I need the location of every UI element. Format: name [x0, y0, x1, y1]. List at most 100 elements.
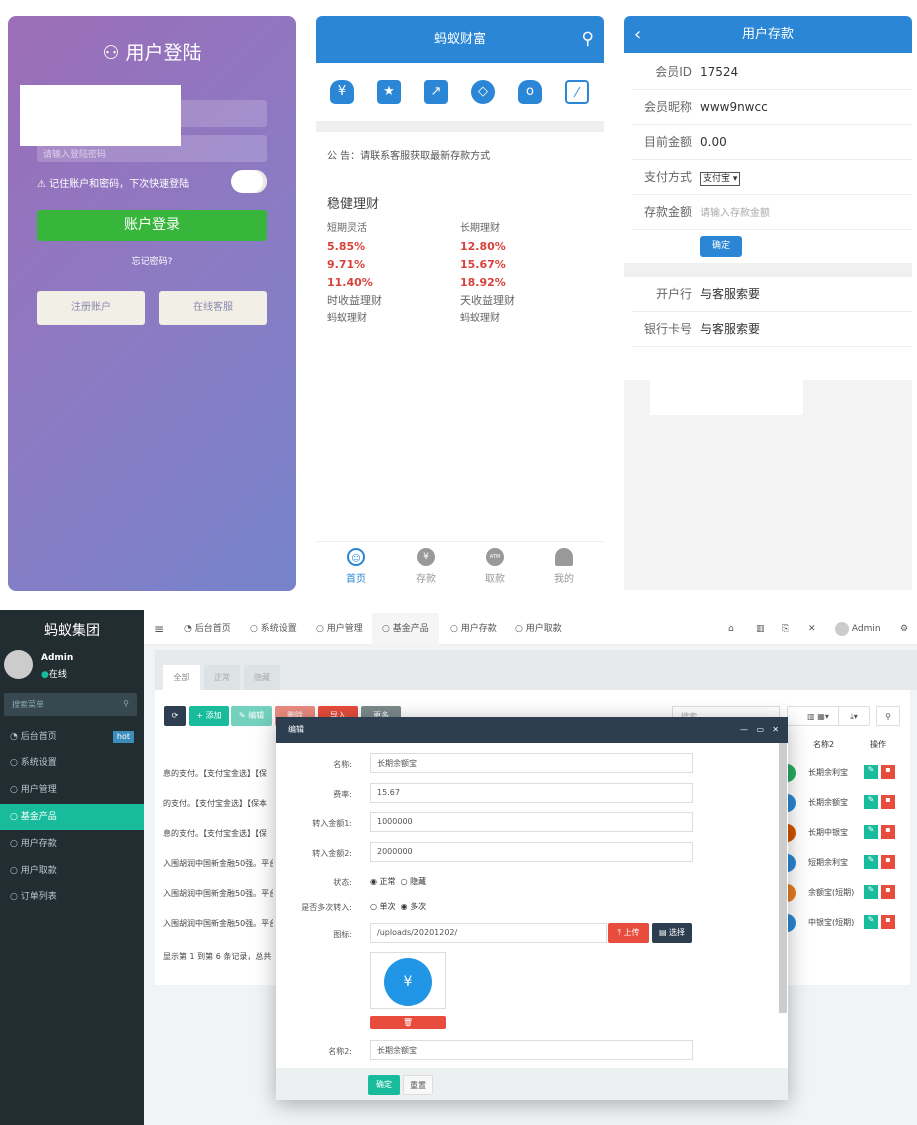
hot-badge: hot [112, 731, 134, 743]
row-edit-button[interactable]: ✎ [864, 765, 878, 779]
close-icon[interactable]: ✕ [772, 717, 779, 743]
fullscreen-icon[interactable]: ✕ [808, 613, 816, 645]
card-row: 银行卡号 与客服索要 [632, 312, 912, 347]
reset-button[interactable]: 重置 [403, 1075, 433, 1095]
nav-mine[interactable]: 我的 [539, 548, 589, 585]
nav-home[interactable]: ☺ 首页 [331, 548, 381, 585]
add-button[interactable]: + 添加 [189, 706, 229, 726]
name2-cell: 长期余额宝 [808, 798, 848, 807]
edit-button[interactable]: ✎ 编辑 [231, 706, 272, 726]
row-edit-button[interactable]: ✎ [864, 885, 878, 899]
name2-input[interactable]: 长期余额宝 [370, 1040, 693, 1060]
minimize-icon[interactable]: — [740, 717, 748, 743]
pay-method-select[interactable]: 支付宝 ▾ [700, 172, 741, 186]
row-edit-button[interactable]: ✎ [864, 915, 878, 929]
amount1-input[interactable]: 1000000 [370, 812, 693, 832]
submit-button[interactable]: 确定 [368, 1075, 400, 1095]
modal-scrollbar[interactable] [779, 743, 787, 1013]
tab-normal[interactable]: 正常 [204, 665, 240, 690]
status-radio-group[interactable]: ◉ 正常 ○ 隐藏 [370, 876, 426, 887]
field-label: 名称: [333, 760, 352, 769]
row-delete-button[interactable]: ▪ [881, 855, 895, 869]
row-delete-button[interactable]: ▪ [881, 885, 895, 899]
tab-withdrawals[interactable]: ○ 用户取款 [515, 613, 562, 645]
icon-path-input[interactable]: /uploads/20201202/ [370, 923, 607, 943]
field-label: 图标: [333, 930, 352, 939]
confirm-button[interactable]: 确定 [700, 236, 742, 257]
trend-icon[interactable]: ↗ [424, 80, 448, 104]
tab-funds[interactable]: ○ 基金产品 [372, 613, 439, 645]
search-icon[interactable]: ⚲ [876, 706, 900, 726]
back-icon[interactable]: ‹ [634, 16, 641, 53]
menu-search-input[interactable]: 搜索菜单 ⚲ [4, 693, 137, 716]
table-row: 的支付。【支付宝金选】【保本 [163, 799, 267, 808]
forgot-password-link[interactable]: 忘记密码? [8, 254, 296, 267]
row-delete-button[interactable]: ▪ [881, 795, 895, 809]
tab-hidden[interactable]: 隐藏 [244, 665, 280, 690]
sidebar-item-orders[interactable]: ○ 订单列表 [0, 884, 144, 910]
sidebar-item-dashboard[interactable]: ◔ 后台首页 hot [0, 724, 144, 750]
col-header-ops: 操作 [870, 740, 886, 749]
tab-all[interactable]: 全部 [163, 665, 200, 690]
settings-icon[interactable]: ⚙ [900, 613, 908, 645]
row-delete-button[interactable]: ▪ [881, 915, 895, 929]
sidebar-item-settings[interactable]: ○ 系统设置 [0, 750, 144, 776]
menu-toggle-icon[interactable]: ≡ [154, 613, 164, 645]
home-icon[interactable]: ⌂ [728, 613, 734, 645]
chart-icon[interactable]: ⁄ [565, 80, 589, 104]
nav-deposit[interactable]: ¥ 存款 [401, 548, 451, 585]
translate-icon[interactable]: ⎘ [782, 613, 789, 645]
search-icon[interactable]: ⚲ [582, 16, 594, 63]
maximize-icon[interactable]: ▭ [756, 717, 764, 743]
sidebar-item-users[interactable]: ○ 用户管理 [0, 777, 144, 803]
coin-icon[interactable]: ◇ [471, 80, 495, 104]
row-edit-button[interactable]: ✎ [864, 825, 878, 839]
deposit-screen: ‹ 用户存款 会员ID 17524 会员昵称 www9nwcc 目前金额 0.00 支付… [624, 16, 912, 590]
register-button[interactable]: 注册账户 [37, 291, 145, 325]
remove-icon-button[interactable]: 🗑 [370, 1016, 446, 1029]
row-delete-button[interactable]: ▪ [881, 825, 895, 839]
rate-input[interactable]: 15.67 [370, 783, 693, 803]
username-input[interactable] [37, 100, 267, 127]
bottom-nav: ☺ 首页 ¥ 存款 ATM 取款 我的 [316, 541, 604, 591]
sidebar-item-funds[interactable]: ○ 基金产品 [0, 804, 144, 830]
user-menu[interactable]: Admin [835, 613, 881, 645]
member-nick-row: 会员昵称 www9nwcc [632, 90, 912, 125]
sidebar-item-deposits[interactable]: ○ 用户存款 [0, 831, 144, 857]
nav-withdraw[interactable]: ATM 取款 [470, 548, 520, 585]
tab-deposits[interactable]: ○ 用户存款 [450, 613, 497, 645]
short-term-column[interactable]: 短期灵活 5.85% 9.71% 11.40% 时收益理财 蚂蚁理财 [327, 220, 382, 328]
long-term-column[interactable]: 长期理财 12.80% 15.67% 18.92% 天收益理财 蚂蚁理财 [460, 220, 515, 328]
tab-users[interactable]: ○ 用户管理 [316, 613, 363, 645]
login-button[interactable]: 账户登录 [37, 210, 267, 241]
amount-input[interactable]: 请输入存款金额 [700, 208, 770, 219]
admin-sidebar: 蚂蚁集团 Admin ●在线 搜索菜单 ⚲ ◔ 后台首页 hot ○ 系统设置 ○ … [0, 610, 144, 1125]
avatar [4, 650, 33, 679]
tab-settings[interactable]: ○ 系统设置 [250, 613, 297, 645]
choose-button[interactable]: ▤ 选择 [652, 923, 692, 943]
name-input[interactable]: 长期余额宝 [370, 753, 693, 773]
multi-radio-group[interactable]: ○ 单次 ◉ 多次 [370, 901, 426, 912]
table-row-right: 短期余利宝 ✎ ▪ [784, 848, 900, 878]
password-input[interactable]: 请输入登陆密码 [37, 135, 267, 162]
export-button[interactable]: ⤓▾ [838, 706, 870, 726]
modal-footer [276, 1068, 788, 1100]
money-bag-2-icon[interactable]: o [518, 80, 542, 104]
money-bag-icon[interactable]: ¥ [330, 80, 354, 104]
amount2-input[interactable]: 2000000 [370, 842, 693, 862]
tab-dashboard[interactable]: ◔ 后台首页 [184, 613, 231, 645]
home-title: 蚂蚁财富 [433, 32, 486, 47]
login-screen: ⚇ 用户登陆 请输入登陆密码 ⚠ 记住账户和密码，下次快速登陆 账户登录 忘记密… [8, 16, 296, 591]
star-icon[interactable]: ★ [377, 80, 401, 104]
row-edit-button[interactable]: ✎ [864, 855, 878, 869]
online-service-button[interactable]: 在线客服 [159, 291, 267, 325]
amount-row: 存款金额 请输入存款金额 [632, 195, 912, 230]
sidebar-item-withdrawals[interactable]: ○ 用户取款 [0, 858, 144, 884]
upload-button[interactable]: ⤒ 上传 [608, 923, 649, 943]
refresh-button[interactable]: ⟳ [164, 706, 186, 726]
trash-icon[interactable]: ▥ [756, 613, 765, 645]
row-delete-button[interactable]: ▪ [881, 765, 895, 779]
remember-label: ⚠ 记住账户和密码，下次快速登陆 [37, 179, 190, 190]
remember-toggle[interactable] [231, 170, 267, 193]
row-edit-button[interactable]: ✎ [864, 795, 878, 809]
